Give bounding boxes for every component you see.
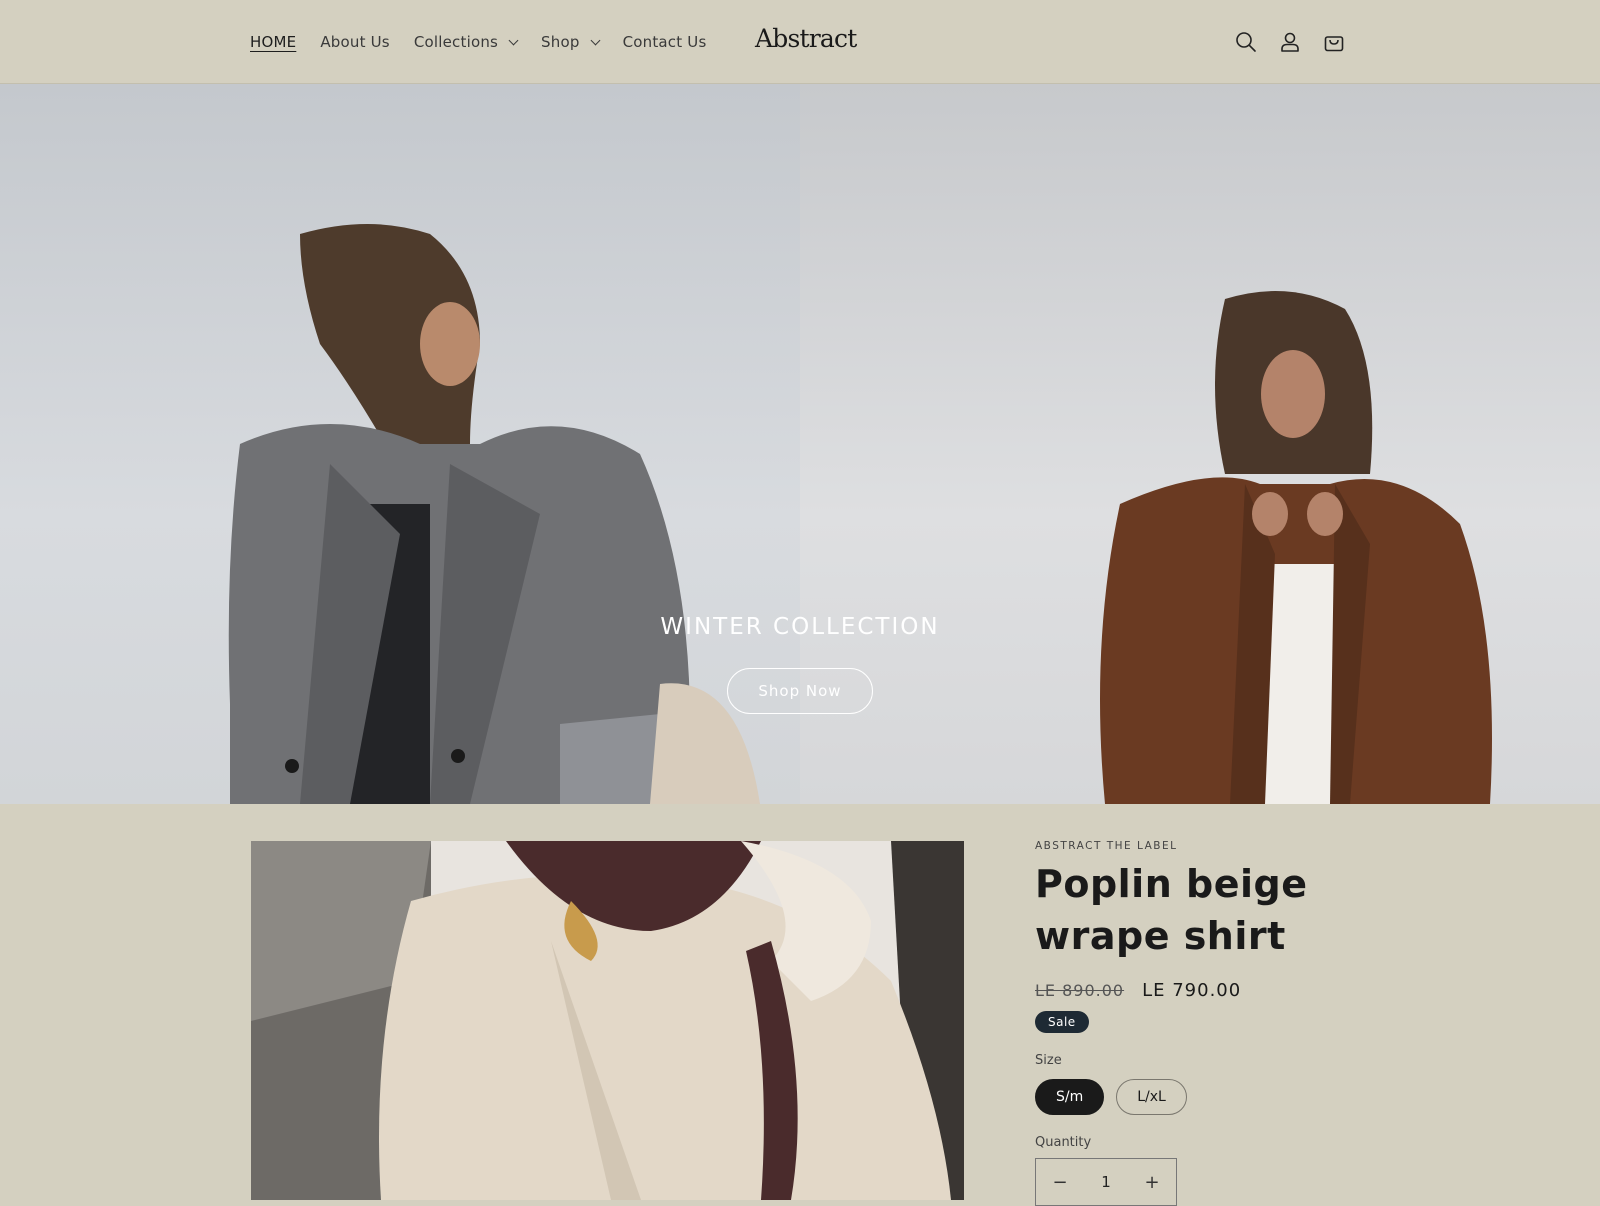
sale-badge: Sale	[1035, 1011, 1089, 1033]
product-title-line1: Poplin beige	[1035, 862, 1308, 906]
product-info: ABSTRACT THE LABEL Poplin beige wrape sh…	[1035, 840, 1365, 1206]
hero-banner: WINTER COLLECTION Shop Now	[0, 84, 1600, 804]
quantity-input[interactable]: 1	[1101, 1173, 1111, 1191]
nav-contact-label: Contact Us	[622, 33, 707, 51]
quantity-stepper: − 1 +	[1035, 1158, 1177, 1206]
nav-contact-us[interactable]: Contact Us	[623, 33, 707, 51]
chevron-down-icon	[590, 35, 601, 45]
product-title-line2: wrape shirt	[1035, 914, 1286, 958]
nav-shop-label: Shop	[541, 33, 580, 51]
price-original: LE 890.00	[1035, 981, 1125, 1000]
nav-shop[interactable]: Shop	[541, 33, 601, 51]
quantity-label: Quantity	[1035, 1135, 1092, 1150]
nav-about-us[interactable]: About Us	[320, 33, 390, 51]
size-option-l-xl[interactable]: L/xL	[1116, 1079, 1187, 1115]
quantity-increase-button[interactable]: +	[1142, 1172, 1162, 1193]
product-vendor: ABSTRACT THE LABEL	[1035, 840, 1178, 852]
size-options: S/m L/xL	[1035, 1079, 1365, 1115]
nav-collections-label: Collections	[413, 33, 499, 51]
hero-title: WINTER COLLECTION	[660, 614, 940, 640]
nav-home-label: HOME	[250, 33, 297, 51]
nav-home[interactable]: HOME	[250, 33, 296, 51]
nav-about-label: About Us	[320, 33, 390, 51]
nav-collections[interactable]: Collections	[413, 33, 519, 51]
shop-now-button[interactable]: Shop Now	[727, 668, 873, 714]
product-image[interactable]	[251, 841, 964, 1200]
account-icon[interactable]	[1274, 26, 1306, 58]
chevron-down-icon	[508, 35, 519, 45]
site-header: HOME About Us Collections Shop Contact U…	[0, 0, 1600, 84]
cart-icon[interactable]	[1318, 26, 1350, 58]
main-nav: HOME About Us Collections Shop Contact U…	[250, 0, 731, 84]
product-title: Poplin beige wrape shirt	[1035, 858, 1365, 962]
quantity-decrease-button[interactable]: −	[1050, 1172, 1070, 1193]
price-sale: LE 790.00	[1142, 980, 1242, 1001]
header-icons	[1230, 26, 1362, 58]
size-option-s-m[interactable]: S/m	[1035, 1079, 1105, 1115]
search-icon[interactable]	[1230, 26, 1262, 58]
price-block: LE 890.00 LE 790.00	[1035, 980, 1365, 1001]
size-label: Size	[1035, 1053, 1062, 1068]
brand-logo[interactable]: Abstract	[755, 24, 857, 53]
product-photo-illustration	[251, 841, 964, 1200]
